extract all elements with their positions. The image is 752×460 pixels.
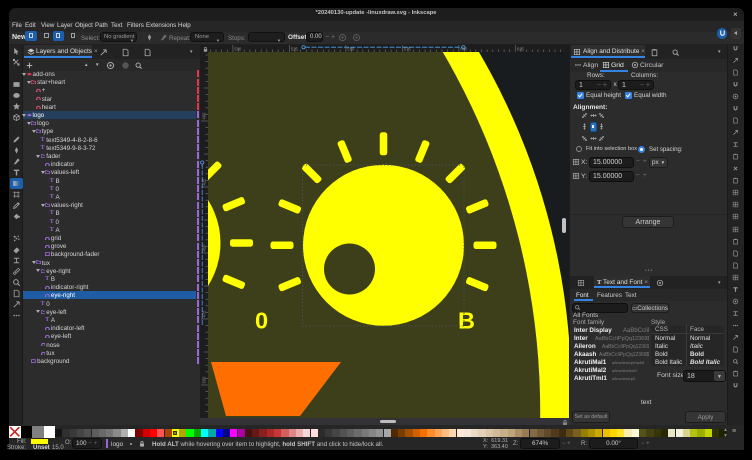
svg-text:0: 0 [255,308,268,334]
svg-text:500: 500 [234,47,242,52]
svg-text:625: 625 [517,47,525,52]
svg-text:525: 525 [291,47,299,52]
svg-text:500: 500 [202,376,207,384]
svg-text:400: 400 [202,112,207,120]
svg-text:B: B [458,308,475,334]
